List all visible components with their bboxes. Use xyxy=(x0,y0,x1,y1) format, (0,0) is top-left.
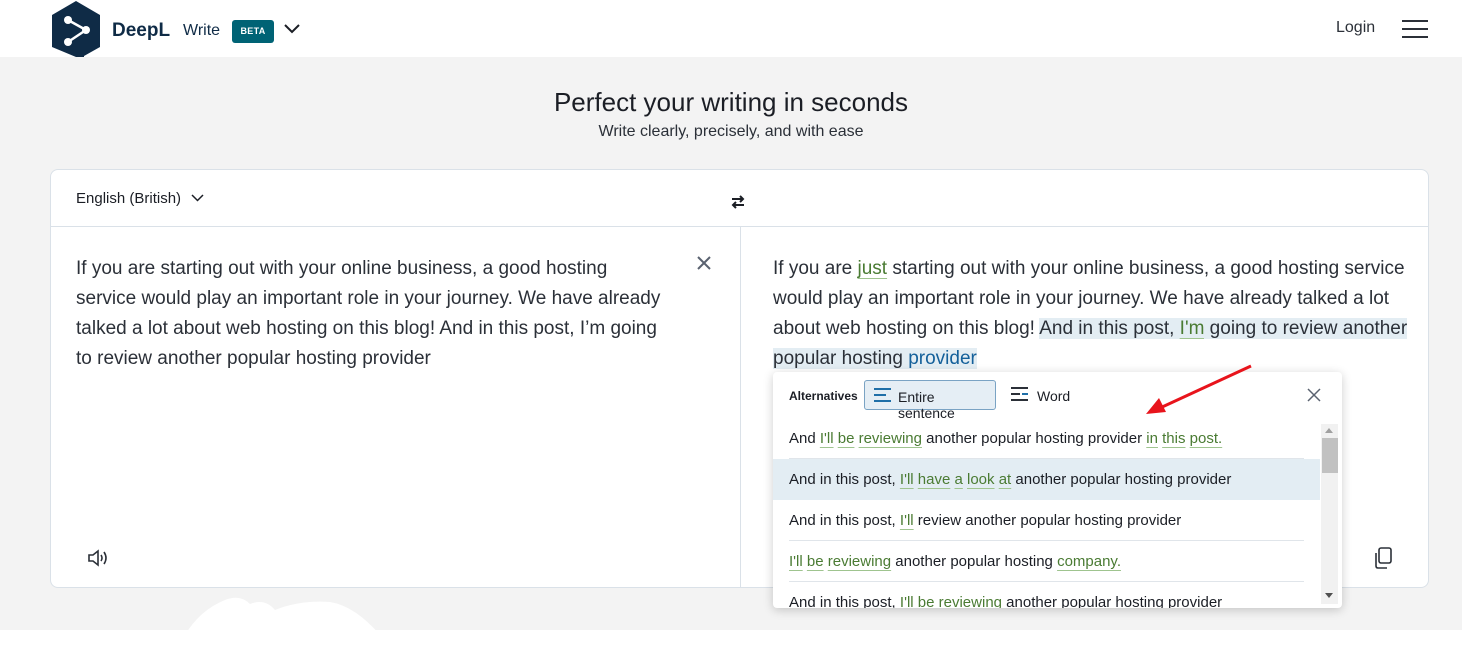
alternative-change: have xyxy=(917,471,951,488)
alternative-item[interactable]: I'll be reviewing another popular hostin… xyxy=(773,541,1320,582)
alternative-item[interactable]: And in this post, I'll have a look at an… xyxy=(773,459,1320,500)
output-text-area[interactable]: If you are just starting out with your o… xyxy=(773,254,1413,374)
output-segment: If you are xyxy=(773,258,858,279)
highlighted-sentence[interactable]: And in this post, xyxy=(1039,318,1180,339)
scroll-down-icon[interactable] xyxy=(1325,593,1333,598)
alternative-item[interactable]: And I'll be reviewing another popular ho… xyxy=(773,418,1320,459)
login-link[interactable]: Login xyxy=(1336,19,1375,37)
close-icon[interactable] xyxy=(694,253,714,273)
page-subtitle: Write clearly, precisely, and with ease xyxy=(598,123,864,140)
alternative-change: reviewing xyxy=(827,553,892,570)
alternative-change: a xyxy=(954,471,963,488)
alternative-change: I'll xyxy=(819,430,834,447)
chevron-down-icon[interactable] xyxy=(191,193,204,203)
tab-entire-sentence[interactable]: Entire sentence xyxy=(864,380,996,421)
scrollbar-thumb[interactable] xyxy=(1322,438,1338,473)
sentence-icon xyxy=(874,388,891,402)
chevron-down-icon[interactable] xyxy=(283,21,301,37)
alternative-change: I'll xyxy=(899,512,914,529)
page-footer-area xyxy=(0,630,1462,664)
alternative-text: And in this post, xyxy=(789,512,900,529)
scroll-up-icon[interactable] xyxy=(1325,428,1333,433)
alternative-text: another popular hosting provider xyxy=(921,430,1147,447)
tab-word[interactable]: Word xyxy=(1009,380,1079,410)
highlighted-word[interactable]: provider xyxy=(908,348,977,369)
close-icon[interactable] xyxy=(1307,388,1321,402)
product-name[interactable]: Write xyxy=(183,22,220,40)
speaker-icon[interactable] xyxy=(86,547,110,569)
alternative-text: another popular hosting xyxy=(891,553,1058,570)
redaction-blob xyxy=(185,597,380,635)
annotation-arrow-icon xyxy=(1146,364,1252,414)
alternative-change: reviewing xyxy=(938,594,1003,608)
swap-icon[interactable] xyxy=(729,193,747,211)
alternative-change: be xyxy=(806,553,824,570)
language-selector[interactable]: English (British) xyxy=(76,190,181,207)
brand-name[interactable]: DeepL xyxy=(112,20,170,42)
alternative-item[interactable]: And in this post, I'll review another po… xyxy=(773,500,1320,541)
alternative-change: be xyxy=(917,594,935,608)
alternative-text: review another popular hosting provider xyxy=(913,512,1182,529)
alternative-change: reviewing xyxy=(858,430,922,447)
tab-label: Word xyxy=(1037,388,1071,404)
alternative-change: at xyxy=(998,471,1012,488)
source-text-area[interactable]: If you are starting out with your online… xyxy=(76,254,666,374)
copy-icon[interactable] xyxy=(1372,546,1394,570)
alternative-text: another popular hosting provider xyxy=(1011,471,1232,488)
beta-badge: BETA xyxy=(232,20,274,43)
alternative-text: And in this post, xyxy=(789,594,900,608)
alternative-change: I'll xyxy=(899,594,914,608)
output-change[interactable]: just xyxy=(858,258,888,279)
alternative-change: I'll xyxy=(789,553,803,570)
alternative-change: company. xyxy=(1057,553,1121,570)
alternatives-label: Alternatives xyxy=(789,389,858,403)
page-title: Perfect your writing in seconds xyxy=(553,87,909,117)
panel-divider xyxy=(740,227,741,588)
word-icon xyxy=(1011,387,1028,401)
alternative-text: another popular hosting provider xyxy=(1002,594,1223,608)
output-change[interactable]: I'm xyxy=(1179,318,1205,339)
alternative-change: this xyxy=(1162,430,1186,447)
alternative-item[interactable]: And in this post, I'll be reviewing anot… xyxy=(773,582,1320,608)
top-bar: DeepL Write BETA Login xyxy=(0,0,1462,66)
alternative-change: look xyxy=(967,471,995,488)
editor-header: English (British) xyxy=(51,170,1428,227)
alternatives-list: And I'll be reviewing another popular ho… xyxy=(773,418,1320,608)
alternative-change: I'll xyxy=(899,471,914,488)
hamburger-menu-icon[interactable] xyxy=(1402,20,1429,40)
tab-label: Entire sentence xyxy=(898,389,955,421)
alternative-text: And xyxy=(789,430,820,447)
alternative-text: And in this post, xyxy=(789,471,900,488)
alternative-change: be xyxy=(837,430,855,447)
alternative-change: in xyxy=(1146,430,1158,447)
alternative-change: post. xyxy=(1189,430,1223,447)
